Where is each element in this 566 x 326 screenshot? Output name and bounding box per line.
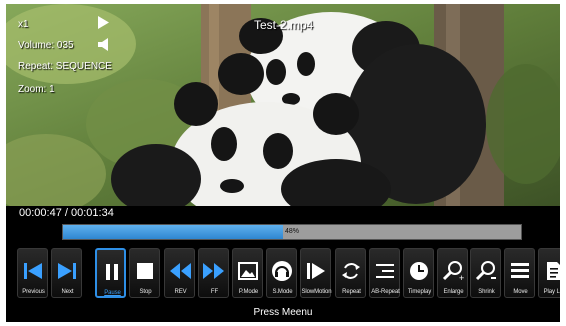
control-s-mode-button[interactable]: S.Mode bbox=[266, 248, 297, 298]
control-pause-button[interactable]: Pause bbox=[95, 248, 126, 298]
speaker-icon bbox=[98, 38, 110, 51]
repeat-mode-readout: Repeat: SEQUENCE bbox=[18, 61, 112, 72]
progress-bar[interactable]: 48% bbox=[62, 224, 522, 240]
progress-percentage: 48% bbox=[284, 228, 299, 235]
volume-readout: Volume: 035 bbox=[18, 40, 74, 51]
control-play-list-button[interactable]: Play List bbox=[538, 248, 560, 298]
control-label: Next bbox=[61, 289, 74, 295]
zoom-readout: Zoom: 1 bbox=[18, 84, 55, 95]
control-label: Play List bbox=[543, 289, 560, 295]
control-move-button[interactable]: Move bbox=[504, 248, 535, 298]
control-rev-button[interactable]: REV bbox=[164, 248, 195, 298]
panda-video-image bbox=[6, 4, 560, 206]
control-enlarge-button[interactable]: + Enlarge bbox=[437, 248, 468, 298]
menu-hint: Press Meenu bbox=[253, 307, 313, 318]
control-shrink-button[interactable]: Shrink bbox=[470, 248, 501, 298]
control-bar: Previous Next Pause Stop REV FF P.Mode S.Mode Sl… bbox=[17, 248, 560, 300]
control-ff-button[interactable]: FF bbox=[198, 248, 229, 298]
control-stop-button[interactable]: Stop bbox=[129, 248, 160, 298]
control-timeplay-button[interactable]: Timeplay bbox=[403, 248, 434, 298]
file-title: Test-2.mp4 bbox=[254, 18, 314, 32]
control-ab-repeat-button[interactable]: AB-Repeat bbox=[369, 248, 400, 298]
svg-text:+: + bbox=[459, 273, 464, 282]
control-previous-button[interactable]: Previous bbox=[17, 248, 48, 298]
time-readout: 00:00:47 / 00:01:34 bbox=[19, 207, 114, 219]
control-repeat-button[interactable]: Repeat bbox=[335, 248, 366, 298]
media-player-screen: x1 Volume: 035 Repeat: SEQUENCE Zoom: 1 … bbox=[6, 4, 560, 322]
control-slowmotion-button[interactable]: SlowMotion bbox=[300, 248, 332, 298]
playback-speed: x1 bbox=[18, 19, 29, 30]
control-next-button[interactable]: Next bbox=[51, 248, 82, 298]
control-p-mode-button[interactable]: P.Mode bbox=[232, 248, 263, 298]
play-indicator-icon bbox=[98, 16, 109, 29]
video-frame[interactable]: x1 Volume: 035 Repeat: SEQUENCE Zoom: 1 … bbox=[6, 4, 560, 206]
